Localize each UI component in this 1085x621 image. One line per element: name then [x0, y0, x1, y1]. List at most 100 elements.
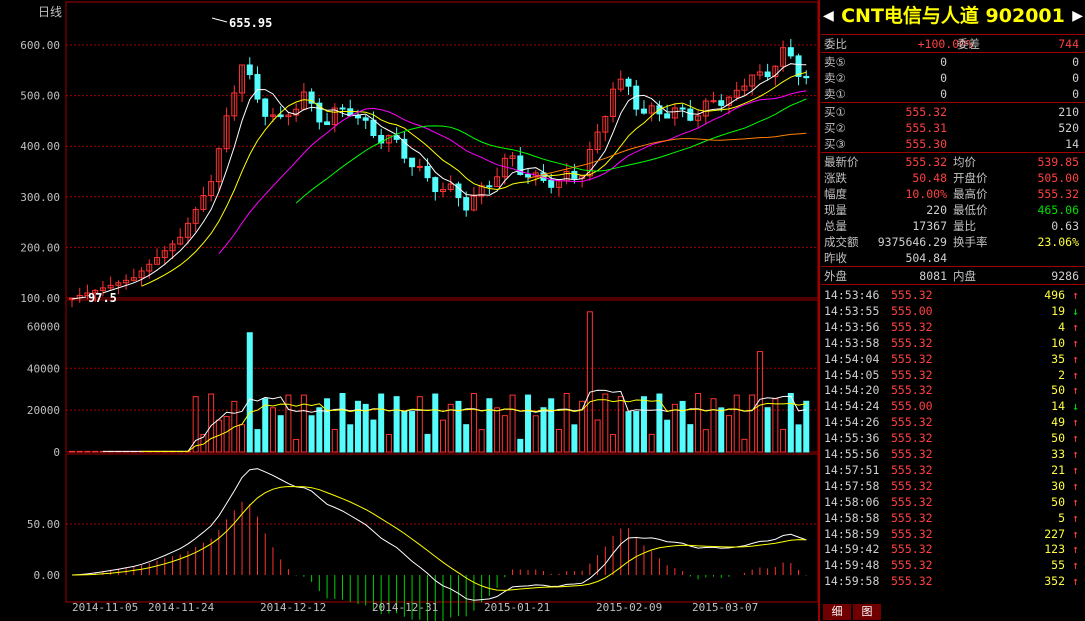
tab-chart[interactable]: 图: [853, 604, 881, 620]
tick-row: 14:55:56 555.32 33 ↑: [821, 446, 1083, 462]
quote-label: 开盘价: [953, 171, 988, 185]
tick-price: 555.32: [891, 319, 933, 334]
quote-value: 504.84: [905, 251, 947, 265]
volume-bar: [764, 407, 771, 453]
tick-volume: 19: [1051, 303, 1065, 318]
quote-label: 最高价: [953, 187, 988, 201]
tick-volume: 33: [1051, 447, 1065, 461]
volume-bar: [594, 419, 601, 453]
quote-label: 最低价: [953, 203, 988, 217]
candle-body: [254, 74, 261, 100]
quote-value: 505.00: [1037, 171, 1079, 185]
candle-body: [416, 165, 423, 168]
kline-chart-area[interactable]: 日线 600.00 500.00 400.00 300.00 200.00 100.00 60…: [0, 0, 820, 621]
tick-time: 14:57:51: [824, 462, 880, 477]
volume-bar: [447, 403, 454, 453]
ma60-line: [527, 132, 807, 179]
volume-bar: [679, 400, 686, 453]
tick-volume: 30: [1051, 478, 1065, 493]
stock-name: CNT电信与人道: [841, 5, 979, 27]
volume-bar: [331, 429, 338, 453]
volume-tick-label: 0: [53, 446, 60, 459]
volume-bar: [239, 424, 246, 453]
volume-bar: [610, 434, 617, 453]
tick-row: 14:58:59 555.32 227 ↑: [821, 526, 1083, 542]
volume-tick-label: 60000: [27, 320, 60, 333]
quote-value: 23.06%: [1037, 235, 1079, 249]
tick-row: 14:53:55 555.00 19 ↓: [821, 303, 1083, 319]
tick-direction-icon: ↑: [1072, 351, 1079, 366]
price-tick-label: 500.00: [20, 90, 60, 103]
candle-body: [548, 179, 555, 188]
stock-code: 902001: [985, 5, 1065, 27]
volume-bar: [525, 394, 532, 453]
tick-time: 14:53:46: [824, 288, 880, 302]
tick-price: 555.32: [891, 447, 933, 461]
tick-row: 14:59:48 555.32 55 ↑: [821, 557, 1083, 573]
tick-row: 14:57:51 555.32 21 ↑: [821, 462, 1083, 478]
volume-bar: [84, 450, 91, 453]
candle-body: [795, 55, 802, 77]
tick-time: 14:53:56: [824, 319, 880, 334]
tick-row: 14:59:58 555.32 352 ↑: [821, 573, 1083, 589]
volume-bar: [277, 415, 284, 453]
volume-bar: [486, 398, 493, 453]
tick-volume: 2: [1058, 367, 1065, 382]
tick-direction-icon: ↑: [1072, 319, 1079, 334]
tick-price: 555.32: [891, 526, 933, 541]
quote-row: 总量 17367 量比 0.63: [821, 218, 1083, 234]
tick-direction-icon: ↑: [1072, 542, 1079, 557]
tick-price: 555.00: [891, 399, 933, 414]
tick-row: 14:58:58 555.32 5 ↑: [821, 510, 1083, 526]
candle-body: [277, 114, 284, 118]
divider: [821, 34, 1085, 35]
tick-row: 14:54:24 555.00 14 ↓: [821, 398, 1083, 414]
price-tick-label: 400.00: [20, 140, 60, 153]
tick-price: 555.32: [891, 415, 933, 430]
bid-row: 买③ 555.30 14: [821, 136, 1083, 152]
candle-body: [679, 107, 686, 110]
tick-time: 14:53:58: [824, 335, 880, 350]
tick-direction-icon: ↑: [1072, 447, 1079, 461]
volume-bar: [617, 396, 624, 453]
volume-bar: [455, 400, 462, 453]
tick-row: 14:53:46 555.32 496 ↑: [821, 287, 1083, 303]
next-stock-icon[interactable]: ▶: [1072, 3, 1083, 29]
tick-volume: 21: [1051, 462, 1065, 477]
tick-direction-icon: ↑: [1072, 367, 1079, 382]
tick-volume: 49: [1051, 415, 1065, 430]
candle-body: [718, 100, 725, 106]
quote-label: 幅度: [824, 187, 847, 201]
prev-stock-icon[interactable]: ◀: [823, 3, 834, 29]
candlestick-chart[interactable]: 日线 600.00 500.00 400.00 300.00 200.00 100.00 60…: [0, 0, 820, 621]
volume-bar: [478, 429, 485, 453]
candle-body: [262, 98, 269, 117]
volume-bar: [741, 438, 748, 453]
outer-label: 外盘: [824, 269, 847, 283]
volume-bar: [517, 438, 524, 453]
ask-price: 0: [940, 55, 947, 69]
candle-body: [640, 108, 647, 114]
candle-body: [525, 174, 532, 178]
divider: [821, 102, 1085, 103]
candle-body: [664, 113, 671, 119]
price-tick-label: 200.00: [20, 241, 60, 254]
tick-volume: 352: [1044, 574, 1065, 589]
tab-detail[interactable]: 细: [823, 604, 851, 620]
divider: [821, 266, 1085, 267]
volume-bar: [640, 396, 647, 453]
tick-time: 14:54:20: [824, 383, 880, 398]
date-tick-label: 2015-02-09: [596, 601, 662, 614]
ask-volume: 0: [1072, 87, 1079, 101]
tick-direction-icon: ↑: [1072, 462, 1079, 477]
volume-bar: [702, 429, 709, 453]
tick-time: 14:58:06: [824, 494, 880, 509]
stock-title: ◀ CNT电信与人道 902001 ▶: [821, 3, 1085, 29]
diff-label: 委差: [957, 37, 980, 51]
volume-tick-label: 20000: [27, 404, 60, 417]
quote-label: 昨收: [824, 251, 847, 265]
volume-bar: [416, 396, 423, 453]
ratio-label: 委比: [824, 37, 847, 51]
macd-tick-label: 0.00: [34, 569, 61, 582]
volume-bar: [571, 424, 578, 453]
